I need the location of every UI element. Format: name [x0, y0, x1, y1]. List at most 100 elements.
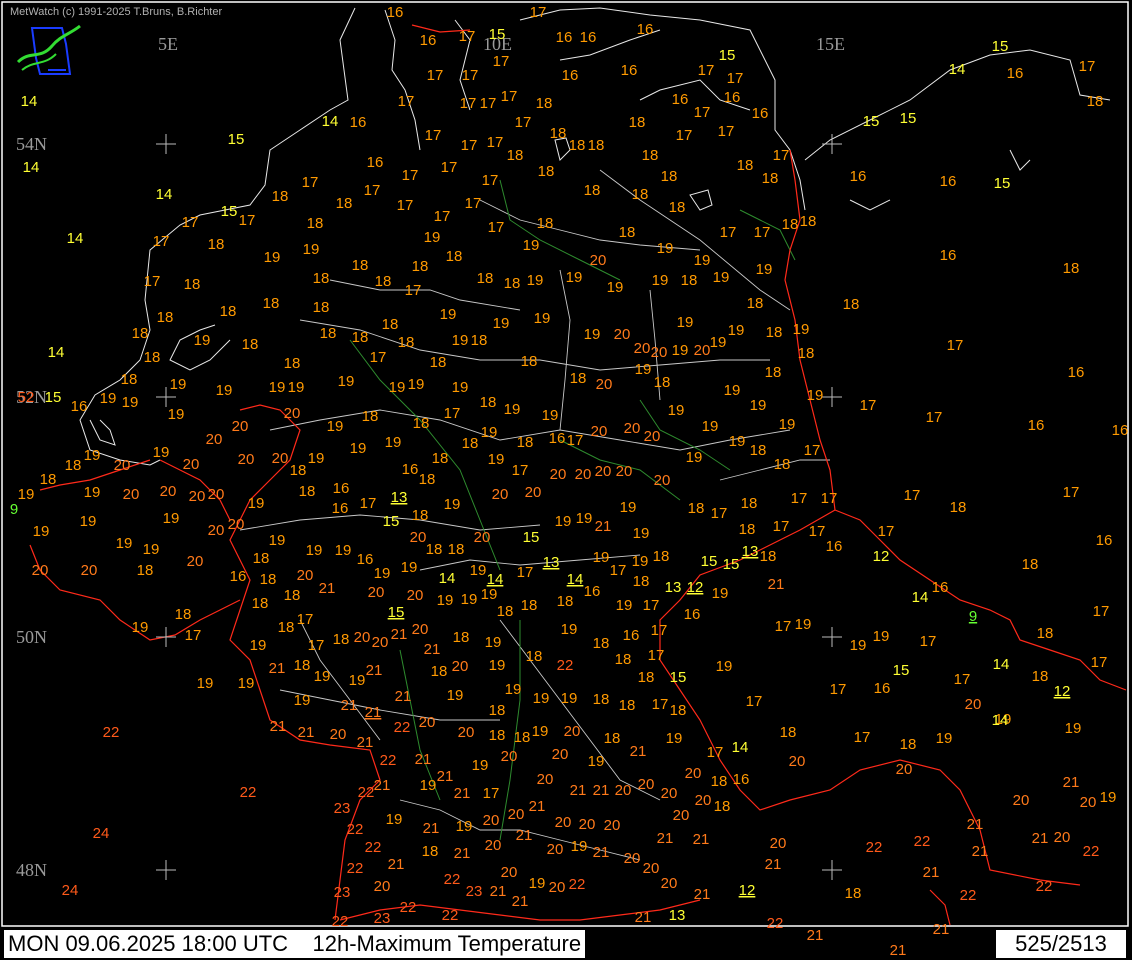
- station-temperature: 18: [584, 182, 601, 199]
- station-temperature: 18: [654, 374, 671, 391]
- station-temperature: 17: [1079, 58, 1096, 75]
- station-temperature: 20: [614, 326, 631, 343]
- station-temperature: 18: [774, 456, 791, 473]
- station-temperature: 21: [1032, 830, 1049, 847]
- station-temperature: 19: [807, 387, 824, 404]
- station-temperature: 17: [954, 671, 971, 688]
- station-temperature: 15: [723, 556, 740, 573]
- station-temperature: 18: [780, 724, 797, 741]
- station-temperature: 17: [144, 273, 161, 290]
- station-temperature: 17: [364, 182, 381, 199]
- station-temperature: 19: [452, 379, 469, 396]
- station-temperature: 19: [472, 757, 489, 774]
- station-temperature: 21: [366, 662, 383, 679]
- station-temperature: 15: [523, 529, 540, 546]
- station-temperature: 21: [768, 576, 785, 593]
- station-temperature: 18: [526, 648, 543, 665]
- station-temperature: 16: [350, 114, 367, 131]
- station-temperature: 19: [250, 637, 267, 654]
- station-temperature: 19: [616, 597, 633, 614]
- station-temperature: 14: [21, 93, 38, 110]
- station-temperature: 17: [648, 647, 665, 664]
- station-temperature: 17: [370, 349, 387, 366]
- station-temperature: 19: [170, 376, 187, 393]
- station-temperature: 18: [453, 629, 470, 646]
- station-temperature: 19: [385, 434, 402, 451]
- footer-parameter: 12h-Maximum Temperature: [312, 931, 582, 956]
- station-temperature: 20: [550, 466, 567, 483]
- station-temperature: 19: [194, 332, 211, 349]
- station-temperature: 16: [556, 29, 573, 46]
- station-temperature: 18: [294, 657, 311, 674]
- station-temperature: 24: [93, 825, 110, 842]
- station-temperature: 20: [330, 726, 347, 743]
- station-temperature: 18: [569, 137, 586, 154]
- station-temperature: 14: [912, 589, 929, 606]
- station-temperature: 21: [967, 816, 984, 833]
- station-temperature: 21: [395, 688, 412, 705]
- station-temperature: 21: [437, 768, 454, 785]
- station-temperature: 19: [349, 672, 366, 689]
- station-temperature: 16: [684, 606, 701, 623]
- station-temperature: 19: [308, 450, 325, 467]
- station-temperature: 20: [555, 814, 572, 831]
- station-temperature: 19: [504, 401, 521, 418]
- station-temperature: 17: [482, 172, 499, 189]
- station-temperature: 17: [493, 53, 510, 70]
- station-temperature: 18: [65, 457, 82, 474]
- station-temperature: 18: [426, 541, 443, 558]
- station-temperature: 18: [398, 334, 415, 351]
- station-temperature: 17: [425, 127, 442, 144]
- station-temperature: 16: [940, 247, 957, 264]
- station-temperature: 20: [187, 553, 204, 570]
- station-temperature: 20: [272, 450, 289, 467]
- station-temperature: 19: [80, 513, 97, 530]
- station-temperature: 20: [624, 850, 641, 867]
- station-temperature: 18: [419, 471, 436, 488]
- station-temperature: 17: [182, 214, 199, 231]
- copyright-text: MetWatch (c) 1991-2025 T.Bruns, B.Richte…: [10, 6, 223, 18]
- station-temperature: 15: [670, 669, 687, 686]
- station-temperature: 20: [661, 785, 678, 802]
- station-temperature: 17: [904, 487, 921, 504]
- station-temperature: 17: [153, 233, 170, 250]
- station-temperature: 17: [727, 70, 744, 87]
- station-temperature: 19: [444, 496, 461, 513]
- station-temperature: 21: [593, 844, 610, 861]
- station-temperature: 17: [398, 93, 415, 110]
- station-temperature: 21: [512, 893, 529, 910]
- station-temperature: 15: [992, 38, 1009, 55]
- station-temperature: 21: [341, 697, 358, 714]
- station-temperature: 17: [185, 627, 202, 644]
- station-temperature: 17: [610, 562, 627, 579]
- station-temperature: 19: [873, 628, 890, 645]
- station-temperature: 14: [992, 712, 1009, 729]
- station-temperature: 21: [454, 785, 471, 802]
- station-temperature: 19: [729, 433, 746, 450]
- station-temperature: 18: [537, 215, 554, 232]
- station-temperature: 18: [642, 147, 659, 164]
- station-temperature: 18: [766, 324, 783, 341]
- station-temperature: 19: [288, 379, 305, 396]
- station-temperature: 16: [420, 32, 437, 49]
- station-temperature: 18: [843, 296, 860, 313]
- station-temperature: 19: [269, 379, 286, 396]
- station-temperature: 20: [770, 835, 787, 852]
- station-temperature: 22: [557, 657, 574, 674]
- station-temperature: 18: [242, 336, 259, 353]
- station-temperature: 20: [508, 806, 525, 823]
- station-temperature: 20: [590, 252, 607, 269]
- station-temperature: 22: [240, 784, 257, 801]
- station-temperature: 14: [949, 61, 966, 78]
- station-temperature: 21: [694, 886, 711, 903]
- station-temperature: 17: [462, 67, 479, 84]
- station-temperature: 21: [807, 927, 824, 944]
- station-temperature: 20: [284, 405, 301, 422]
- station-temperature: 17: [775, 618, 792, 635]
- station-temperature: 9: [969, 608, 977, 625]
- station-temperature: 19: [1065, 720, 1082, 737]
- station-temperature: 17: [821, 490, 838, 507]
- station-temperature: 21: [415, 751, 432, 768]
- station-temperature: 20: [634, 340, 651, 357]
- station-temperature: 17: [308, 637, 325, 654]
